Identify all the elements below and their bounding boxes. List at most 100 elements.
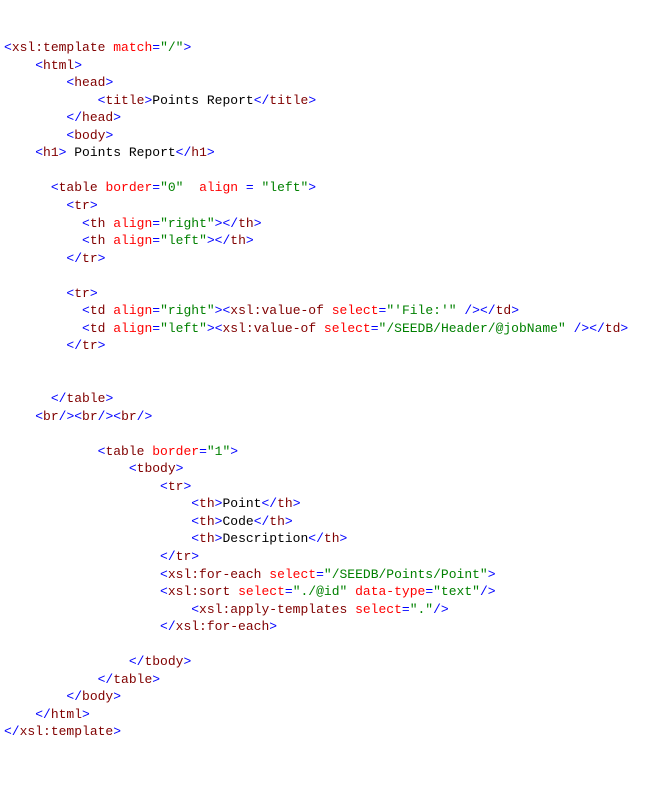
code-token: </ bbox=[160, 619, 176, 634]
code-token: xsl:sort bbox=[168, 584, 230, 599]
code-token: > bbox=[620, 321, 628, 336]
code-token: </ bbox=[129, 654, 145, 669]
code-token bbox=[4, 602, 191, 617]
code-token: > bbox=[285, 514, 293, 529]
code-token bbox=[4, 584, 160, 599]
code-token bbox=[4, 145, 35, 160]
code-token: </ bbox=[98, 672, 114, 687]
code-token: /> bbox=[480, 584, 496, 599]
code-token: < bbox=[82, 233, 90, 248]
code-token: < bbox=[191, 496, 199, 511]
code-token bbox=[4, 321, 82, 336]
code-token: select bbox=[324, 303, 379, 318]
code-token: "0" bbox=[160, 180, 183, 195]
code-block: <xsl:template match="/"> <html> <head> <… bbox=[4, 39, 643, 741]
code-token bbox=[4, 496, 191, 511]
code-token: < bbox=[4, 40, 12, 55]
code-token: = bbox=[152, 233, 160, 248]
code-token: < bbox=[191, 514, 199, 529]
code-token: Points Report bbox=[66, 145, 175, 160]
code-token: < bbox=[191, 602, 199, 617]
code-token: Points Report bbox=[152, 93, 253, 108]
code-token: head bbox=[82, 110, 113, 125]
code-token: /> bbox=[137, 409, 153, 424]
code-token: "/SEEDB/Header/@jobName" bbox=[379, 321, 566, 336]
code-token: = bbox=[152, 180, 160, 195]
code-token: < bbox=[160, 584, 168, 599]
code-token: td bbox=[90, 321, 106, 336]
code-token: head bbox=[74, 75, 105, 90]
code-token: > bbox=[254, 216, 262, 231]
code-token: />< bbox=[59, 409, 82, 424]
code-token: td bbox=[605, 321, 621, 336]
code-token: th bbox=[199, 514, 215, 529]
code-token: align bbox=[105, 216, 152, 231]
code-token: html bbox=[51, 707, 82, 722]
code-token: > bbox=[82, 707, 90, 722]
code-token: th bbox=[199, 496, 215, 511]
code-token: title bbox=[269, 93, 308, 108]
code-token: tr bbox=[74, 198, 90, 213]
code-token bbox=[4, 409, 35, 424]
code-token: > bbox=[90, 198, 98, 213]
code-token: xsl:for-each bbox=[168, 567, 262, 582]
code-token: "text" bbox=[433, 584, 480, 599]
code-token: = bbox=[152, 216, 160, 231]
code-token: > bbox=[269, 619, 277, 634]
code-token: < bbox=[160, 479, 168, 494]
code-token: < bbox=[82, 216, 90, 231]
code-token: border bbox=[98, 180, 153, 195]
code-token: xsl:template bbox=[20, 724, 114, 739]
code-token: > bbox=[113, 110, 121, 125]
code-token bbox=[4, 391, 51, 406]
code-token bbox=[4, 514, 191, 529]
code-token: < bbox=[160, 567, 168, 582]
code-token: </ bbox=[4, 724, 20, 739]
code-token bbox=[4, 461, 129, 476]
code-token: </ bbox=[480, 303, 496, 318]
code-token: xsl:value-of bbox=[230, 303, 324, 318]
code-token: br bbox=[121, 409, 137, 424]
code-token: </ bbox=[254, 93, 270, 108]
code-token: th bbox=[90, 233, 106, 248]
code-token bbox=[4, 672, 98, 687]
code-token bbox=[4, 303, 82, 318]
code-token: th bbox=[238, 216, 254, 231]
code-token: > bbox=[105, 75, 113, 90]
code-token: tr bbox=[82, 338, 98, 353]
code-token: html bbox=[43, 58, 74, 73]
code-token: </ bbox=[66, 251, 82, 266]
code-token: match bbox=[105, 40, 152, 55]
code-token: /> bbox=[457, 303, 480, 318]
code-token: </ bbox=[66, 110, 82, 125]
code-token: </ bbox=[35, 707, 51, 722]
code-token: Code bbox=[222, 514, 253, 529]
code-token: </ bbox=[176, 145, 192, 160]
code-token: > bbox=[207, 321, 215, 336]
code-token: > bbox=[308, 180, 316, 195]
code-token: </ bbox=[51, 391, 67, 406]
code-token: < bbox=[51, 180, 59, 195]
code-token: h1 bbox=[191, 145, 207, 160]
code-token bbox=[4, 531, 191, 546]
code-token: xsl:value-of bbox=[223, 321, 317, 336]
code-token bbox=[4, 180, 51, 195]
code-token: > bbox=[98, 251, 106, 266]
code-token: tr bbox=[82, 251, 98, 266]
code-token: "'File:'" bbox=[386, 303, 456, 318]
code-token: table bbox=[105, 444, 144, 459]
code-token: ></ bbox=[207, 233, 230, 248]
code-token: "/" bbox=[160, 40, 183, 55]
code-token: br bbox=[43, 409, 59, 424]
code-token: </ bbox=[254, 514, 270, 529]
code-token: /> bbox=[566, 321, 589, 336]
code-token: "left" bbox=[160, 321, 207, 336]
code-token bbox=[4, 654, 129, 669]
code-token: select bbox=[261, 567, 316, 582]
code-token: = bbox=[371, 321, 379, 336]
code-token bbox=[4, 567, 160, 582]
code-token: select bbox=[347, 602, 402, 617]
code-token: title bbox=[105, 93, 144, 108]
code-token bbox=[4, 338, 66, 353]
code-token: > bbox=[152, 672, 160, 687]
